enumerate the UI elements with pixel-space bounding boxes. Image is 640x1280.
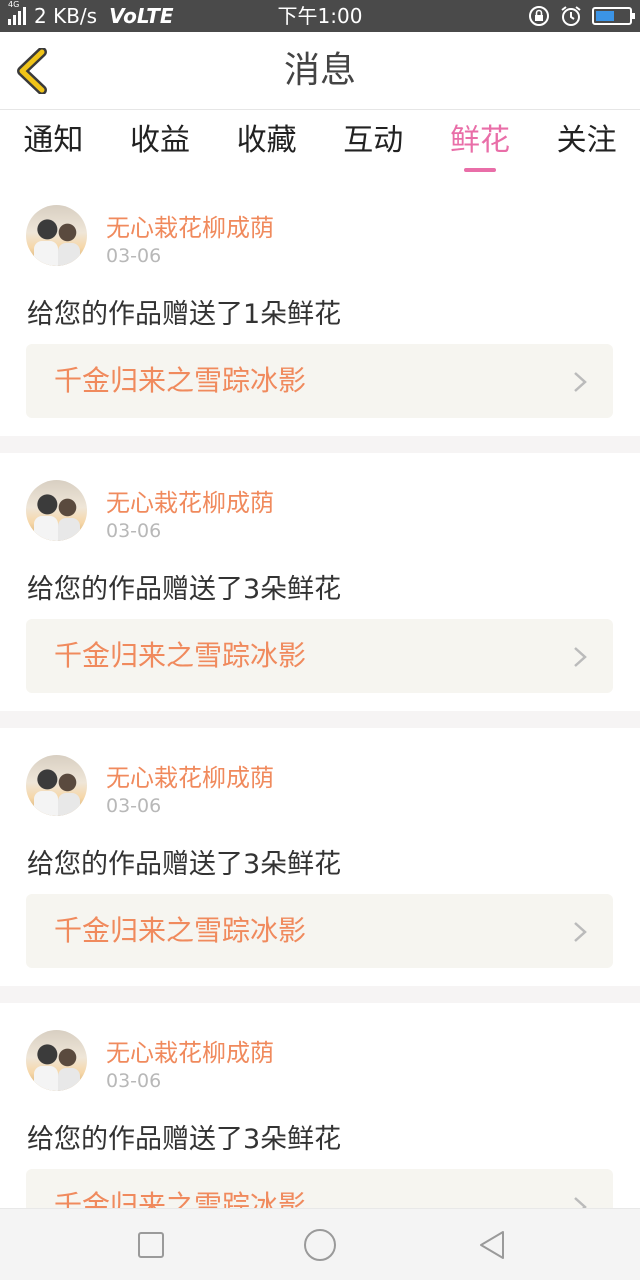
tab-following[interactable]: 关注: [533, 110, 640, 178]
active-tab-indicator: [463, 168, 496, 172]
triangle-back-icon[interactable]: [474, 1227, 510, 1263]
work-link[interactable]: 千金归来之雪踪冰影: [26, 344, 613, 418]
tab-label: 鲜花: [449, 123, 510, 158]
circle-home-icon[interactable]: [302, 1227, 338, 1263]
message-card: 无心栽花柳成荫 03-06 给您的作品赠送了1朵鲜花 千金归来之雪踪冰影: [0, 178, 640, 436]
message-text: 给您的作品赠送了3朵鲜花: [27, 849, 342, 880]
page-title: 消息: [283, 50, 356, 91]
work-title: 千金归来之雪踪冰影: [54, 639, 307, 672]
chevron-right-icon: [574, 372, 587, 392]
message-date: 03-06: [106, 1070, 162, 1092]
tab-label: 通知: [23, 123, 84, 158]
sender-name[interactable]: 无心栽花柳成荫: [106, 483, 274, 518]
tab-earnings[interactable]: 收益: [107, 110, 214, 178]
battery-icon: [592, 7, 635, 25]
avatar[interactable]: [26, 205, 87, 266]
system-nav-bar: [0, 1208, 640, 1280]
avatar[interactable]: [26, 480, 87, 541]
tab-interactions[interactable]: 互动: [320, 110, 427, 178]
work-title: 千金归来之雪踪冰影: [54, 364, 307, 397]
work-link[interactable]: 千金归来之雪踪冰影: [26, 894, 613, 968]
message-date: 03-06: [106, 520, 162, 542]
tab-label: 收益: [129, 123, 190, 158]
alarm-icon: [560, 5, 582, 27]
message-card: 无心栽花柳成荫 03-06 给您的作品赠送了3朵鲜花 千金归来之雪踪冰影: [0, 453, 640, 711]
avatar[interactable]: [26, 755, 87, 816]
tab-label: 收藏: [236, 123, 297, 158]
sender-name[interactable]: 无心栽花柳成荫: [106, 1033, 274, 1068]
lock-rotation-icon: [528, 5, 550, 27]
chevron-right-icon: [574, 922, 587, 942]
message-text: 给您的作品赠送了3朵鲜花: [27, 574, 342, 605]
message-card: 无心栽花柳成荫 03-06 给您的作品赠送了3朵鲜花 千金归来之雪踪冰影: [0, 728, 640, 986]
message-text: 给您的作品赠送了1朵鲜花: [27, 299, 342, 330]
status-bar: 4G 2 KB/s VoLTE 下午1:00: [0, 0, 640, 32]
work-link[interactable]: 千金归来之雪踪冰影: [26, 1169, 613, 1208]
sender-name[interactable]: 无心栽花柳成荫: [106, 208, 274, 243]
sender-name[interactable]: 无心栽花柳成荫: [106, 758, 274, 793]
work-title: 千金归来之雪踪冰影: [54, 1189, 307, 1208]
tab-notifications[interactable]: 通知: [0, 110, 107, 178]
avatar[interactable]: [26, 1030, 87, 1091]
square-recents-icon[interactable]: [133, 1227, 169, 1263]
tab-flowers[interactable]: 鲜花: [427, 110, 534, 178]
tab-label: 互动: [343, 123, 404, 158]
tab-favorites[interactable]: 收藏: [213, 110, 320, 178]
chevron-right-icon: [574, 647, 587, 667]
message-text: 给您的作品赠送了3朵鲜花: [27, 1124, 342, 1155]
work-link[interactable]: 千金归来之雪踪冰影: [26, 619, 613, 693]
tab-bar: 通知 收益 收藏 互动 鲜花 关注: [0, 110, 640, 178]
app-header: 消息: [0, 32, 640, 110]
chevron-right-icon: [574, 1197, 587, 1208]
tab-label: 关注: [556, 123, 617, 158]
message-date: 03-06: [106, 795, 162, 817]
message-list[interactable]: 无心栽花柳成荫 03-06 给您的作品赠送了1朵鲜花 千金归来之雪踪冰影 无心栽…: [0, 178, 640, 1208]
message-card: 无心栽花柳成荫 03-06 给您的作品赠送了3朵鲜花 千金归来之雪踪冰影: [0, 1003, 640, 1208]
work-title: 千金归来之雪踪冰影: [54, 914, 307, 947]
message-date: 03-06: [106, 245, 162, 267]
status-right: [518, 0, 635, 32]
